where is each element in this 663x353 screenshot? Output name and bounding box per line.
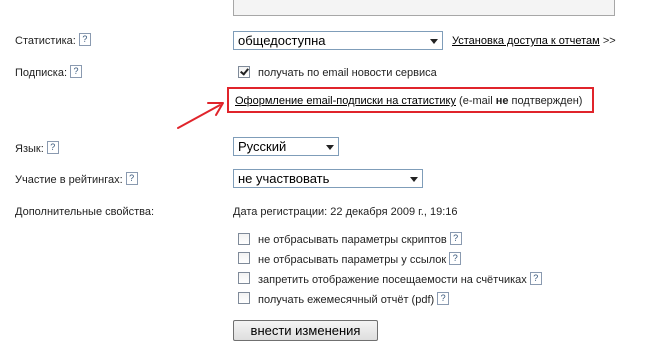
language-label: Язык: — [15, 143, 44, 155]
help-icon[interactable] — [125, 172, 138, 185]
option-text: не отбрасывать параметры у ссылок — [258, 254, 447, 266]
statistics-select[interactable]: общедоступна — [233, 31, 443, 50]
option-label-links: не отбрасывать параметры у ссылок — [258, 252, 462, 267]
news-subscription-checkbox[interactable] — [238, 66, 250, 78]
email-note-bold: не — [495, 95, 509, 107]
help-icon[interactable] — [437, 292, 450, 305]
dropdown-arrow-icon — [410, 177, 418, 182]
help-icon[interactable] — [529, 272, 542, 285]
help-icon[interactable] — [70, 65, 83, 78]
subscription-label: Подписка: — [15, 67, 68, 79]
email-subscription-link[interactable]: Оформление email-подписки на статистику — [235, 95, 456, 107]
option-text: не отбрасывать параметры скриптов — [258, 234, 447, 246]
option-checkbox-links[interactable] — [238, 252, 250, 264]
language-select-value: Русский — [238, 139, 287, 154]
extra-properties-label: Дополнительные свойства: — [15, 206, 155, 218]
option-label-pdf: получать ежемесячный отчёт (pdf) — [258, 292, 450, 307]
option-checkbox-counters[interactable] — [238, 272, 250, 284]
option-checkbox-scripts[interactable] — [238, 233, 250, 245]
ratings-label-row: Участие в рейтингах: — [15, 172, 138, 187]
ratings-select[interactable]: не участвовать — [233, 169, 423, 188]
option-text: получать ежемесячный отчёт (pdf) — [258, 294, 435, 306]
dropdown-arrow-icon — [430, 39, 438, 44]
registration-date: Дата регистрации: 22 декабря 2009 г., 19… — [233, 206, 458, 218]
language-label-row: Язык: — [15, 141, 59, 156]
option-text: запретить отображение посещаемости на сч… — [258, 274, 527, 286]
access-link-suffix: >> — [602, 35, 616, 47]
email-note-prefix: (e-mail — [456, 95, 496, 107]
ratings-select-value: не участвовать — [238, 171, 330, 186]
annotation-arrow-icon — [177, 102, 224, 129]
statistics-label: Статистика: — [15, 35, 76, 47]
dropdown-arrow-icon — [326, 145, 334, 150]
help-icon[interactable] — [78, 33, 91, 46]
news-subscription-label: получать по email новости сервиса — [258, 67, 437, 79]
statistics-label-row: Статистика: — [15, 33, 91, 48]
submit-changes-button[interactable]: внести изменения — [233, 320, 378, 341]
access-reports-link[interactable]: Установка доступа к отчетам — [452, 35, 600, 47]
help-icon[interactable] — [449, 252, 462, 265]
subscription-label-row: Подписка: — [15, 65, 83, 80]
ratings-label: Участие в рейтингах: — [15, 174, 123, 186]
email-note-suffix: подтвержден) — [508, 95, 583, 107]
subscription-link-row: Оформление email-подписки на статистику … — [235, 95, 582, 107]
statistics-select-value: общедоступна — [238, 33, 326, 48]
option-checkbox-pdf[interactable] — [238, 292, 250, 304]
language-select[interactable]: Русский — [233, 137, 339, 156]
help-icon[interactable] — [449, 232, 462, 245]
option-label-scripts: не отбрасывать параметры скриптов — [258, 232, 462, 247]
access-link-row: Установка доступа к отчетам >> — [452, 35, 616, 47]
help-icon[interactable] — [46, 141, 59, 154]
textarea-remnant[interactable] — [233, 0, 615, 16]
option-label-counters: запретить отображение посещаемости на сч… — [258, 272, 542, 287]
